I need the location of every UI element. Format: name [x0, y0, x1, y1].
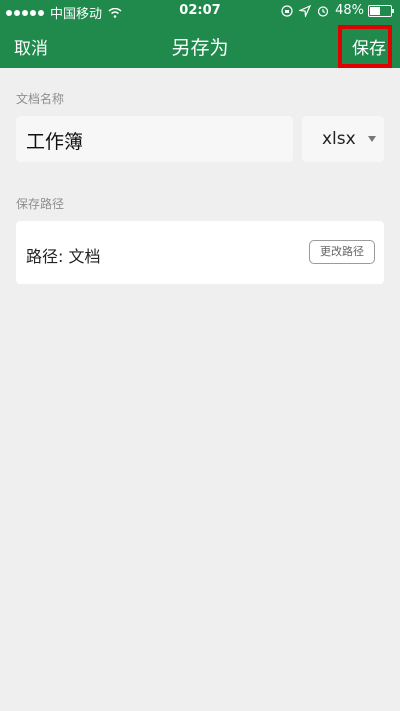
orientation-lock-icon: [281, 4, 293, 17]
battery-fill: [370, 6, 380, 15]
document-name-field[interactable]: 工作簿: [16, 116, 293, 162]
battery-icon: [368, 4, 394, 17]
save-path-value: 路径: 文档: [26, 247, 101, 266]
file-format-dropdown[interactable]: xlsx: [302, 116, 384, 162]
status-right: 48%: [275, 3, 394, 18]
status-bar: 中国移动 02:07 48%: [0, 0, 400, 22]
document-name-value: 工作簿: [26, 131, 84, 153]
change-path-button[interactable]: 更改路径: [309, 240, 375, 264]
dropdown-caret-icon: [368, 136, 376, 142]
document-name-label: 文档名称: [16, 92, 65, 106]
save-path-label: 保存路径: [16, 197, 65, 211]
location-arrow-icon: [299, 4, 312, 17]
alarm-icon: [317, 5, 329, 17]
battery-percent: 48%: [335, 3, 364, 18]
save-path-card: 路径: 文档 更改路径: [16, 221, 384, 284]
save-button-highlight: [338, 25, 392, 68]
file-format-value: xlsx: [322, 129, 356, 149]
